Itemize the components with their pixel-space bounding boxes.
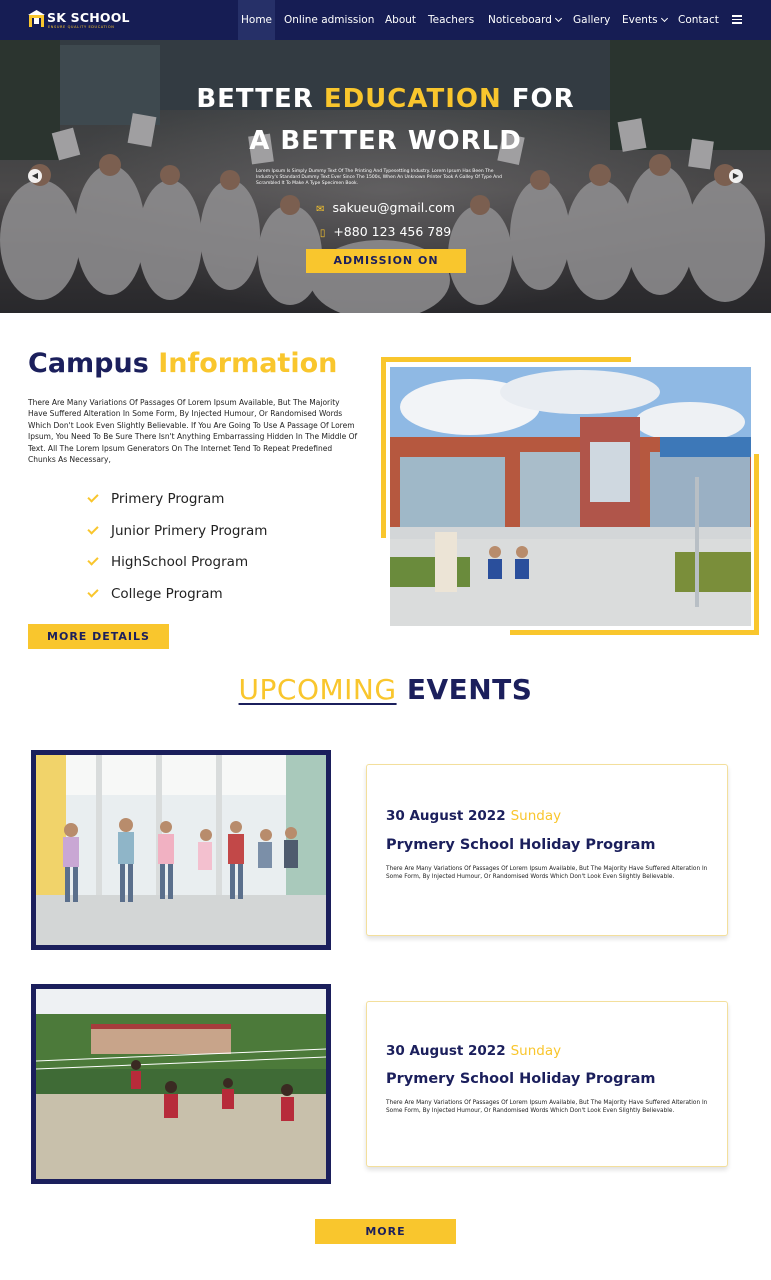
logo-tagline: ENSURE QUALITY EDUCATION xyxy=(48,25,115,29)
phone-icon: ▯ xyxy=(319,228,326,239)
event-title[interactable]: Prymery School Holiday Program xyxy=(386,1071,656,1087)
more-events-button[interactable]: MORE xyxy=(315,1219,456,1244)
nav-home[interactable]: Home xyxy=(238,0,276,40)
list-item: Junior Primery Program xyxy=(87,520,267,552)
nav-teachers[interactable]: Teachers xyxy=(428,0,474,40)
nav-about[interactable]: About xyxy=(385,0,416,40)
list-item: Primery Program xyxy=(87,488,267,520)
nav-gallery[interactable]: Gallery xyxy=(573,0,610,40)
event-date: 30 August 2022 Sunday xyxy=(386,1043,562,1059)
event-image-kids-running xyxy=(31,750,331,950)
event-card[interactable]: 30 August 2022 Sunday Prymery School Holi… xyxy=(366,764,728,936)
campus-building-image xyxy=(390,367,751,626)
carousel-prev-button[interactable]: ◀ xyxy=(28,169,42,183)
check-icon xyxy=(87,554,99,567)
logo-text: SK SCHOOL xyxy=(47,10,130,25)
more-details-button[interactable]: MORE DETAILS xyxy=(28,624,169,649)
event-day: Sunday xyxy=(510,1043,562,1059)
campus-description: There Are Many Variations Of Passages Of… xyxy=(28,398,358,465)
program-list: Primery Program Junior Primery Program H… xyxy=(87,488,267,615)
event-description: There Are Many Variations Of Passages Of… xyxy=(386,1100,708,1114)
list-item: College Program xyxy=(87,583,267,615)
admission-button[interactable]: ADMISSION ON xyxy=(306,249,466,273)
top-navbar: SK SCHOOL ENSURE QUALITY EDUCATION Home … xyxy=(0,0,771,40)
hero-banner: ◀ ▶ BETTER EDUCATION FOR A BETTER WORLD … xyxy=(0,40,771,313)
nav-online-admission[interactable]: Online admission xyxy=(284,0,374,40)
check-icon xyxy=(87,491,99,503)
hamburger-icon[interactable] xyxy=(732,15,742,24)
event-day: Sunday xyxy=(510,808,562,824)
event-description: There Are Many Variations Of Passages Of… xyxy=(386,866,708,880)
hero-title-line-2: A BETTER WORLD xyxy=(249,126,522,156)
check-icon xyxy=(87,523,99,535)
envelope-icon: ✉ xyxy=(316,204,325,215)
campus-section-title: Campus Information xyxy=(28,348,338,379)
hero-email: ✉ sakueu@gmail.com xyxy=(316,200,455,215)
nav-noticeboard[interactable]: Noticeboard xyxy=(488,0,562,40)
nav-events[interactable]: Events xyxy=(622,0,668,40)
event-image-volleyball xyxy=(31,984,331,1184)
chevron-down-icon xyxy=(660,14,668,23)
hero-phone: ▯ +880 123 456 789 xyxy=(319,224,452,239)
hero-title-line-1: BETTER EDUCATION FOR xyxy=(196,84,575,114)
hero-description: Lorem Ipsum Is Simply Dummy Text Of The … xyxy=(256,169,502,186)
event-date: 30 August 2022 Sunday xyxy=(386,808,562,824)
events-section-title: UPCOMING EVENTS xyxy=(238,673,533,706)
event-title[interactable]: Prymery School Holiday Program xyxy=(386,837,656,853)
graduation-cap-icon xyxy=(28,10,45,27)
carousel-next-button[interactable]: ▶ xyxy=(729,169,743,183)
event-card[interactable]: 30 August 2022 Sunday Prymery School Holi… xyxy=(366,1001,728,1167)
chevron-down-icon xyxy=(554,14,562,23)
list-item: HighSchool Program xyxy=(87,551,267,583)
check-icon xyxy=(87,586,99,598)
nav-contact[interactable]: Contact xyxy=(678,0,719,40)
